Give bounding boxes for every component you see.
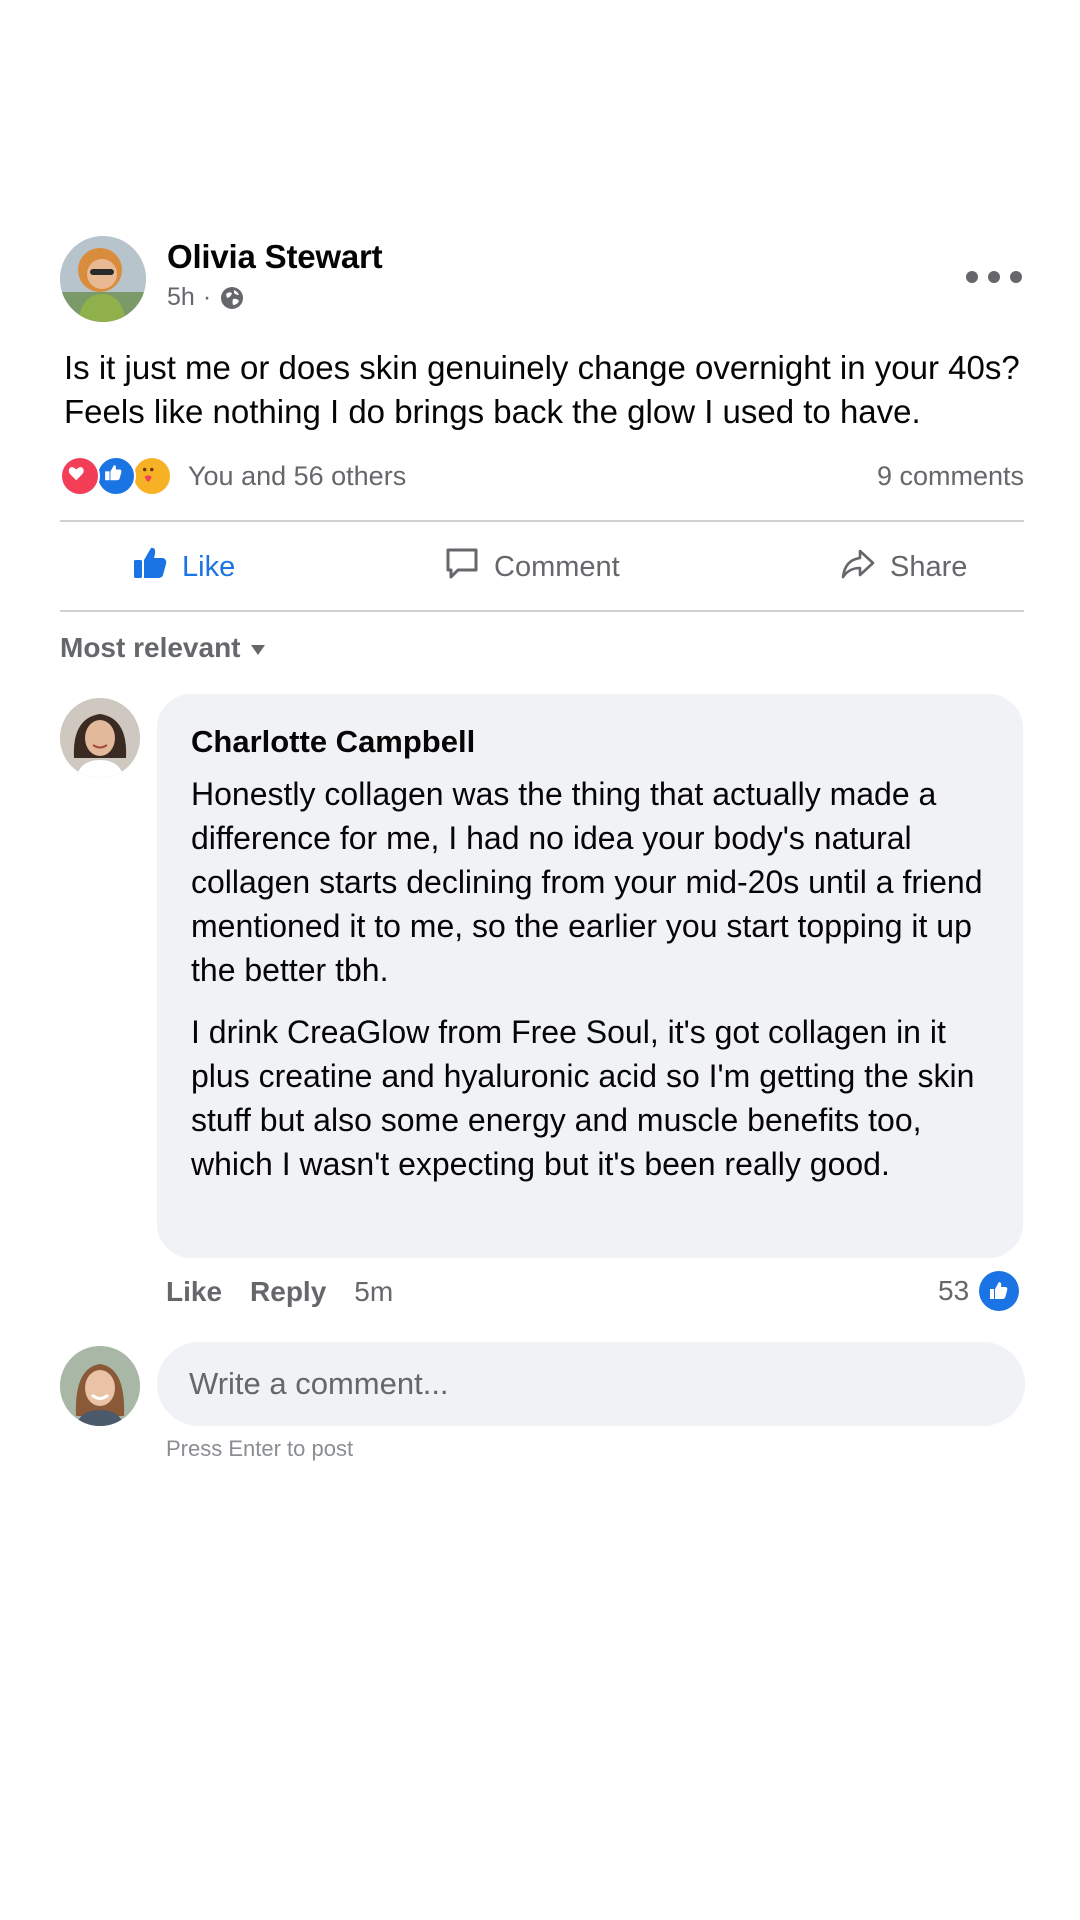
comment-bubble: Charlotte Campbell Honestly collagen was…	[157, 694, 1023, 1258]
comment-like-button[interactable]: Like	[166, 1276, 222, 1308]
post-hint: Press Enter to post	[166, 1436, 354, 1461]
reactions-row[interactable]: You and 56 others 9 comments	[60, 456, 1024, 496]
comment-label: Comment	[494, 550, 620, 583]
comment-text: I drink CreaGlow from Free Soul, it's go…	[191, 1014, 975, 1182]
reaction-icons	[60, 456, 172, 496]
comment-like-count-value: 53	[938, 1275, 970, 1306]
comment-actions: Like Reply 5m	[166, 1276, 393, 1308]
reaction-summary[interactable]: You and 56 others	[188, 461, 406, 492]
comment-text: Honestly collagen was the thing that act…	[191, 776, 983, 988]
divider	[60, 610, 1024, 612]
like-icon	[979, 1271, 1020, 1311]
like-button[interactable]: Like	[132, 542, 235, 592]
thumbs-up-icon	[132, 545, 168, 589]
care-icon	[132, 456, 172, 496]
commenter-name[interactable]: Charlotte Campbell	[191, 722, 983, 762]
like-icon	[96, 456, 136, 496]
more-dot-icon	[988, 271, 1000, 283]
commenter-avatar[interactable]	[60, 698, 140, 778]
globe-icon	[219, 285, 245, 311]
post-time[interactable]: 5h	[167, 283, 195, 312]
divider	[60, 520, 1024, 522]
comments-count[interactable]: 9 comments	[877, 461, 1024, 492]
more-dot-icon	[966, 271, 978, 283]
post-meta: 5h ·	[167, 283, 245, 312]
more-options-button[interactable]	[966, 262, 1022, 292]
post-author-avatar[interactable]	[60, 236, 146, 322]
post-text: Is it just me or does skin genuinely cha…	[64, 349, 1020, 430]
sort-label: Most relevant	[60, 632, 241, 663]
share-icon	[840, 545, 876, 589]
comment-button[interactable]: Comment	[444, 542, 620, 592]
comment-reply-button[interactable]: Reply	[250, 1276, 326, 1308]
comment-sort-dropdown[interactable]: Most relevant	[60, 632, 265, 664]
heart-icon	[60, 456, 100, 496]
post-author-name[interactable]: Olivia Stewart	[167, 238, 383, 276]
share-label: Share	[890, 550, 968, 583]
more-dot-icon	[1010, 271, 1022, 283]
meta-separator: ·	[202, 283, 212, 311]
share-button[interactable]: Share	[840, 542, 967, 592]
comment-icon	[444, 545, 480, 589]
comment-like-count[interactable]: 53	[938, 1271, 1020, 1311]
caret-down-icon	[250, 645, 265, 655]
comment-input[interactable]	[157, 1342, 1025, 1426]
comment-time: 5m	[354, 1276, 394, 1307]
like-label: Like	[182, 550, 236, 583]
current-user-avatar	[60, 1346, 140, 1426]
